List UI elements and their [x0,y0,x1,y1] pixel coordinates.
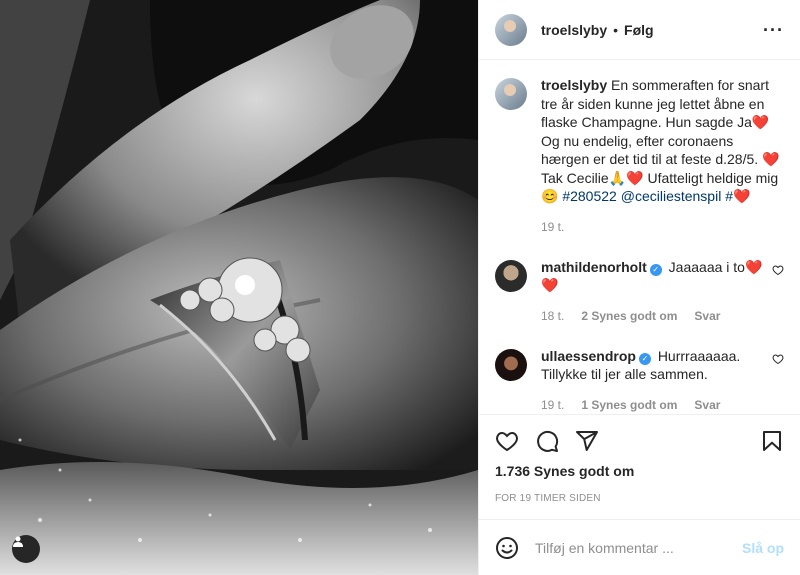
more-icon[interactable]: ··· [763,21,784,39]
caption-text-4: Ufatteligt heldige mig [643,169,779,186]
author-username[interactable]: troelslyby [541,22,607,38]
comment-item: mathildenorholt ✓ Jaaaaaa i to❤️ ❤️ 18 t.… [495,258,784,323]
caption-author-avatar[interactable] [495,78,527,110]
comment-meta: 18 t. 2 Synes godt om Svar [541,309,784,323]
hash-link[interactable]: # [725,188,733,204]
author-avatar[interactable] [495,13,527,46]
heart-emoji: ❤️ [751,114,770,130]
post-actions: 1.736 Synes godt om FOR 19 TIMER SIDEN [479,414,800,519]
caption-age[interactable]: 19 t. [541,220,564,234]
comment-like-icon[interactable] [772,264,784,276]
separator-dot: • [613,21,619,38]
add-comment-bar: Slå op [479,519,800,575]
commenter-avatar[interactable] [495,259,527,292]
action-icons [495,421,784,461]
heart-emoji: ❤️ [626,169,644,186]
caption-meta: 19 t. [541,220,784,234]
commenter-username[interactable]: mathildenorholt [541,259,647,275]
post-timestamp[interactable]: FOR 19 TIMER SIDEN [495,493,784,504]
user-tag-icon[interactable] [12,535,40,563]
verified-icon: ✓ [638,352,651,365]
emoji-icon[interactable] [495,536,519,560]
follow-button[interactable]: Følg [624,22,654,38]
comment-text: ullaessendrop ✓ Hurrraaaaaa. Tillykke til… [541,347,764,384]
caption-username[interactable]: troelslyby [541,77,607,93]
caption: troelslyby En sommeraften for snart tre … [495,76,784,234]
reply-button[interactable]: Svar [694,398,720,412]
instagram-post: troelslyby • Følg ··· troelslyby En somm… [0,0,800,575]
heart-emoji: ❤️ [733,188,751,204]
pray-emoji: 🙏 [608,169,627,186]
comment-likes[interactable]: 2 Synes godt om [581,309,677,323]
caption-text: troelslyby En sommeraften for snart tre … [541,76,784,206]
commenter-avatar[interactable] [495,348,527,381]
comment-input[interactable] [535,539,742,556]
post-header: troelslyby • Følg ··· [479,0,800,60]
comment-likes[interactable]: 1 Synes godt om [581,398,677,412]
comments-section: troelslyby En sommeraften for snart tre … [479,60,800,414]
comment-text: mathildenorholt ✓ Jaaaaaa i to❤️ ❤️ [541,258,764,295]
comment-icon[interactable] [535,429,559,453]
comment-age[interactable]: 18 t. [541,309,564,323]
comment-item: ullaessendrop ✓ Hurrraaaaaa. Tillykke til… [495,347,784,412]
hashtag-link[interactable]: #280522 [562,188,617,204]
reply-button[interactable]: Svar [694,309,720,323]
comment-like-icon[interactable] [772,353,784,365]
post-side-panel: troelslyby • Følg ··· troelslyby En somm… [478,0,800,575]
post-comment-button[interactable]: Slå op [742,540,784,556]
heart-emoji: ❤️ [744,258,763,275]
bookmark-icon[interactable] [760,429,784,453]
comment-meta: 19 t. 1 Synes godt om Svar [541,398,784,412]
heart-emoji: ❤️ [541,277,559,293]
ring-photo-illustration [0,0,478,575]
verified-icon: ✓ [649,263,662,276]
heart-icon[interactable] [495,429,519,453]
mention-link[interactable]: @ceciliestenspil [621,188,722,204]
caption-text-2: Og nu endelig, efter coronaens hærgen er… [541,132,763,168]
smile-emoji: 😊 [541,188,559,204]
caption-text-3: Tak Cecilie [541,169,609,186]
comment-body: Jaaaaaa i to [668,258,745,275]
share-icon[interactable] [575,429,599,453]
commenter-username[interactable]: ullaessendrop [541,348,636,364]
comment-age[interactable]: 19 t. [541,398,564,412]
post-photo[interactable] [0,0,478,575]
like-count[interactable]: 1.736 Synes godt om [495,463,784,479]
heart-emoji: ❤️ [762,151,780,167]
